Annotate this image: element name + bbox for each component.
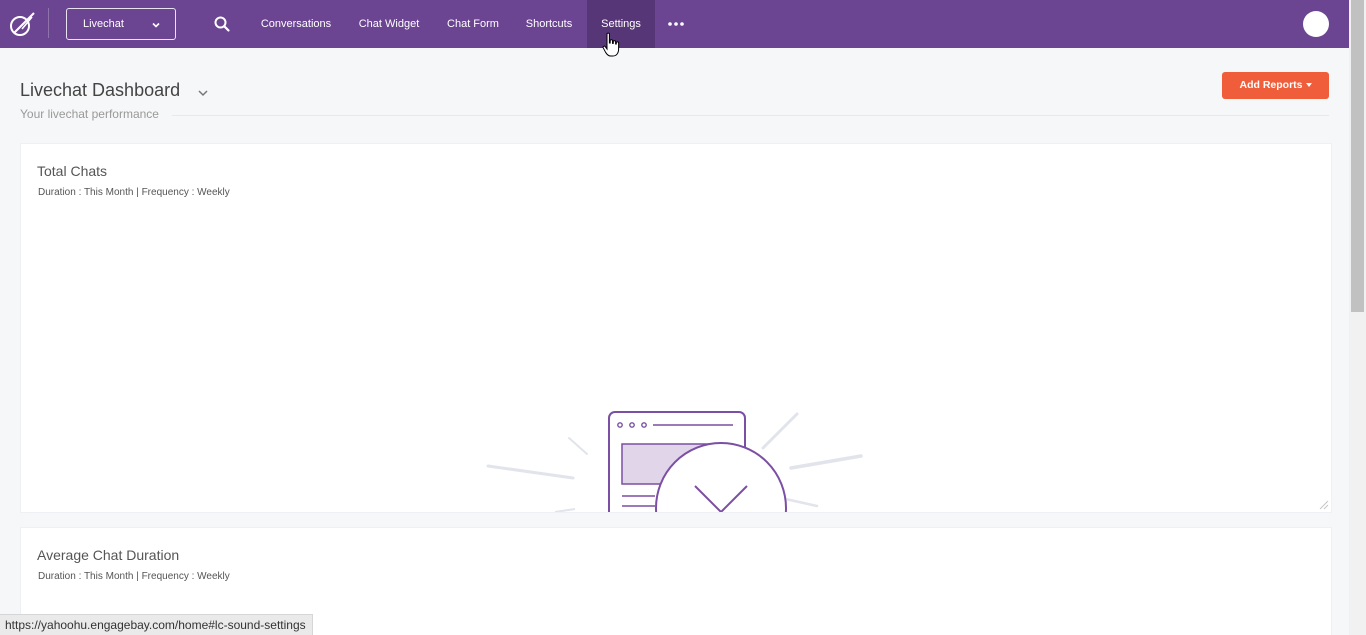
resize-handle-icon[interactable]	[1317, 498, 1329, 510]
search-icon[interactable]	[213, 15, 231, 33]
nav-chat-widget[interactable]: Chat Widget	[350, 0, 428, 48]
nav-shortcuts[interactable]: Shortcuts	[517, 0, 581, 48]
nav-conversations[interactable]: Conversations	[252, 0, 340, 48]
page-scrollbar[interactable]	[1349, 0, 1366, 635]
report-card-total-chats: Total Chats Duration : This Month | Freq…	[20, 143, 1332, 513]
more-icon[interactable]	[665, 17, 687, 31]
card-title: Average Chat Duration	[37, 547, 180, 563]
avatar[interactable]	[1303, 11, 1329, 37]
page-subtitle: Your livechat performance	[20, 107, 159, 121]
status-bar-url: https://yahoohu.engagebay.com/home#lc-so…	[0, 614, 313, 635]
page-title: Livechat Dashboard	[20, 80, 181, 100]
caret-down-icon	[1305, 83, 1312, 88]
hand-cursor-icon	[602, 32, 620, 57]
top-navbar: Livechat Conversations Chat Widget Chat …	[0, 0, 1349, 48]
scrollbar-thumb[interactable]	[1351, 0, 1364, 312]
chevron-down-icon	[152, 22, 160, 28]
logo-divider	[48, 8, 49, 38]
card-meta: Duration : This Month | Frequency : Week…	[38, 571, 230, 582]
nav-settings[interactable]: Settings	[587, 0, 655, 48]
app-selector-label: Livechat	[83, 18, 124, 30]
nav-chat-form[interactable]: Chat Form	[440, 0, 506, 48]
app-selector-dropdown[interactable]: Livechat	[66, 8, 176, 40]
add-reports-button[interactable]: Add Reports	[1222, 72, 1329, 99]
card-meta: Duration : This Month | Frequency : Week…	[38, 187, 230, 198]
chevron-down-icon[interactable]	[196, 86, 210, 100]
empty-state-illustration	[486, 411, 863, 512]
card-title: Total Chats	[37, 163, 108, 179]
add-reports-label: Add Reports	[1239, 79, 1303, 91]
logo-icon[interactable]	[8, 9, 38, 39]
header-divider	[172, 115, 1329, 116]
